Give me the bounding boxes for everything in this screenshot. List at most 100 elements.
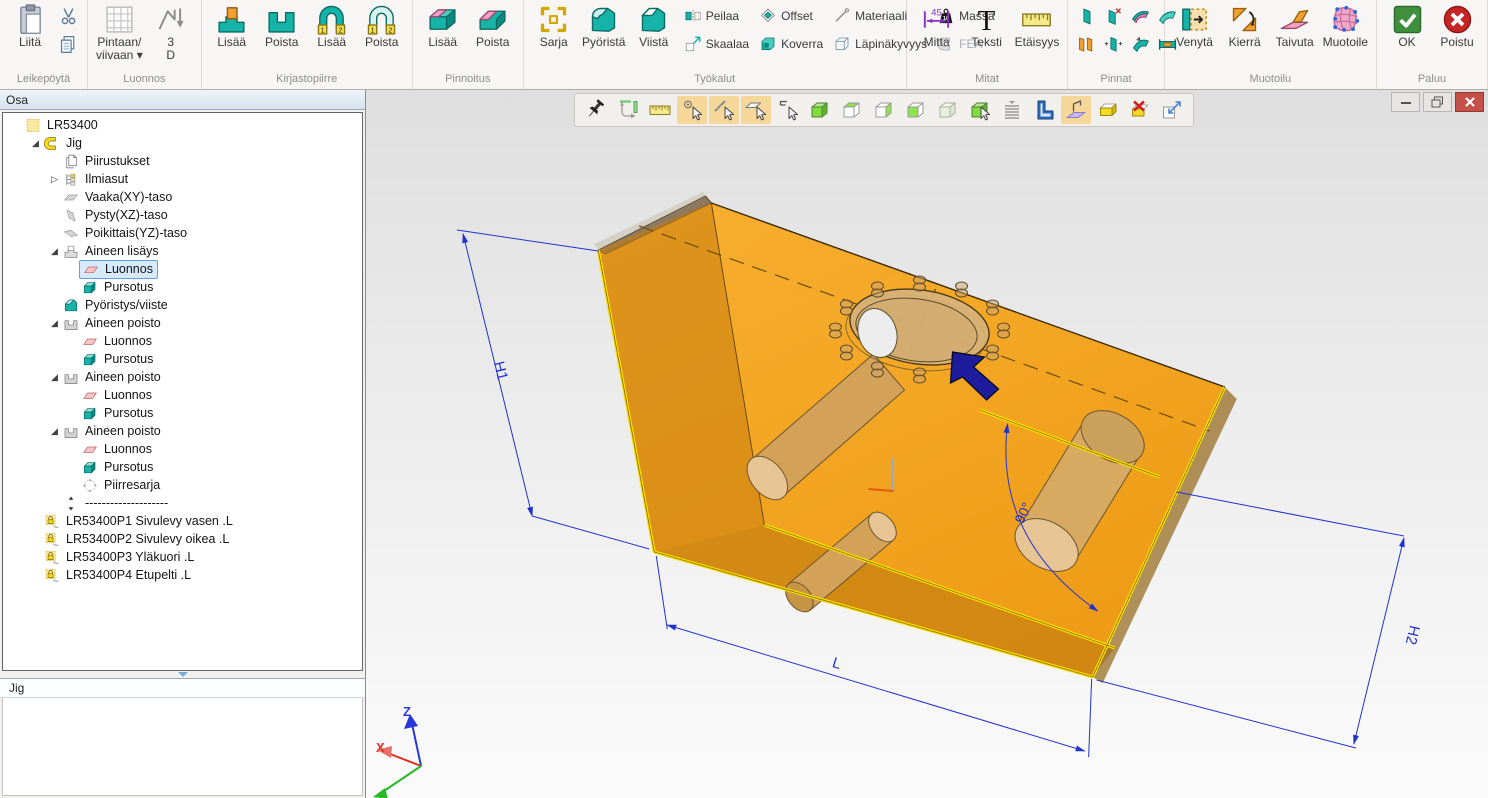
- part-panel-title: Osa: [0, 90, 365, 110]
- minimize-button[interactable]: [1391, 92, 1420, 112]
- distance-button[interactable]: Etäisyys: [1012, 2, 1063, 49]
- tree-item-4[interactable]: Vaaka(XY)-taso: [3, 188, 362, 206]
- stretch-button[interactable]: Venytä: [1170, 2, 1220, 49]
- shade-solid-button[interactable]: [805, 96, 835, 124]
- tree-item-label: Luonnos: [102, 442, 154, 456]
- chamfer-button[interactable]: Viistä: [629, 2, 679, 49]
- active-feature-label: Jig: [0, 678, 365, 698]
- profile-icon: [1032, 98, 1056, 122]
- surface-2-button[interactable]: [1100, 2, 1127, 30]
- tree-item-18[interactable]: Luonnos: [3, 440, 362, 458]
- tree-item-3[interactable]: ▷Ilmiasut: [3, 170, 362, 188]
- tree-item-1[interactable]: ◢Jig: [3, 134, 362, 152]
- close-button[interactable]: [1455, 92, 1484, 112]
- sketch-on-face-button[interactable]: Pintaan/viivaan ▾: [93, 2, 146, 62]
- shade-light-button[interactable]: [933, 96, 963, 124]
- tree-item-13[interactable]: Pursotus: [3, 350, 362, 368]
- tree-item-25[interactable]: LR53400P4 Etupelti .L: [3, 566, 362, 584]
- tree-item-15[interactable]: Luonnos: [3, 386, 362, 404]
- skplane-icon: [1064, 98, 1088, 122]
- move-axes-button[interactable]: [613, 96, 643, 124]
- sketch-3d-button[interactable]: 3D: [146, 2, 196, 62]
- profile-tool-button[interactable]: [1029, 96, 1059, 124]
- panel-splitter[interactable]: [0, 671, 365, 678]
- tree-item-label: Luonnos: [102, 334, 154, 348]
- expanded-arrow-icon[interactable]: ◢: [47, 426, 62, 437]
- tree-item-2[interactable]: Piirustukset: [3, 152, 362, 170]
- tray-open-button[interactable]: [1093, 96, 1123, 124]
- library-add-button[interactable]: Lisää: [207, 2, 257, 49]
- pin-toggle-button[interactable]: [581, 96, 611, 124]
- tree-item-20[interactable]: Piirresarja: [3, 476, 362, 494]
- text-button[interactable]: TTeksti: [962, 2, 1012, 49]
- surface-6-button[interactable]: [1100, 30, 1127, 58]
- expanded-arrow-icon[interactable]: ◢: [28, 138, 43, 149]
- shade-top-face-button[interactable]: [837, 96, 867, 124]
- library-remove-numbered-button[interactable]: 12Poista: [357, 2, 407, 49]
- tree-item-10[interactable]: Pyöristys/viiste: [3, 296, 362, 314]
- expanded-arrow-icon[interactable]: ◢: [47, 318, 62, 329]
- tree-item-21[interactable]: --------------------: [3, 494, 362, 512]
- snap-face-button[interactable]: [741, 96, 771, 124]
- surface-7-button[interactable]: [1127, 30, 1154, 58]
- expanded-arrow-icon[interactable]: ◢: [47, 372, 62, 383]
- measure-button[interactable]: [645, 96, 675, 124]
- shade-front-face-button[interactable]: [901, 96, 931, 124]
- window-expand-button[interactable]: [1157, 96, 1187, 124]
- detail-panel: [2, 698, 363, 796]
- round-button[interactable]: Pyöristä: [579, 2, 629, 49]
- tree-item-11[interactable]: ◢Aineen poisto: [3, 314, 362, 332]
- tray-delete-button[interactable]: [1125, 96, 1155, 124]
- library-remove-button[interactable]: Poista: [257, 2, 307, 49]
- tree-item-7[interactable]: ◢Aineen lisäys: [3, 242, 362, 260]
- tree-item-19[interactable]: Pursotus: [3, 458, 362, 476]
- extrude-icon: [81, 279, 99, 296]
- scale-button[interactable]: Skaalaa: [679, 30, 754, 58]
- rotate-button[interactable]: Kierrä: [1220, 2, 1270, 49]
- tree-item-24[interactable]: LR53400P3 Yläkuori .L: [3, 548, 362, 566]
- ok-button[interactable]: OK: [1382, 2, 1432, 49]
- libadd2-icon: 12: [315, 3, 348, 36]
- surface-1-button[interactable]: [1073, 2, 1100, 30]
- surface-5-button[interactable]: [1073, 30, 1100, 58]
- dimension-button[interactable]: 45Mitta: [912, 2, 962, 49]
- hollow-button[interactable]: Koverra: [754, 30, 828, 58]
- sketch-plane-button[interactable]: [1061, 96, 1091, 124]
- restore-button[interactable]: [1423, 92, 1452, 112]
- surface-3-button[interactable]: [1127, 2, 1154, 30]
- tree-item-6[interactable]: Poikittais(YZ)-taso: [3, 224, 362, 242]
- tree-item-14[interactable]: ◢Aineen poisto: [3, 368, 362, 386]
- coating-add-button[interactable]: Lisää: [418, 2, 468, 49]
- tree-item-22[interactable]: LR53400P1 Sivulevy vasen .L: [3, 512, 362, 530]
- sketch-on-face-button-label: Pintaan/viivaan ▾: [96, 36, 143, 62]
- tree-item-8[interactable]: Luonnos: [3, 260, 362, 278]
- snap-line-button[interactable]: [709, 96, 739, 124]
- mirror-button[interactable]: Peilaa: [679, 2, 754, 30]
- collapsed-arrow-icon[interactable]: ▷: [47, 174, 62, 185]
- select-face-button[interactable]: [965, 96, 995, 124]
- tree-item-17[interactable]: ◢Aineen poisto: [3, 422, 362, 440]
- coating-remove-button[interactable]: Poista: [468, 2, 518, 49]
- tree-item-23[interactable]: LR53400P2 Sivulevy oikea .L: [3, 530, 362, 548]
- snap-point-button[interactable]: [677, 96, 707, 124]
- series-button[interactable]: Sarja: [529, 2, 579, 49]
- offset-button[interactable]: Offset: [754, 2, 828, 30]
- tree-item-9[interactable]: Pursotus: [3, 278, 362, 296]
- expanded-arrow-icon[interactable]: ◢: [47, 246, 62, 257]
- copy-button[interactable]: [55, 30, 82, 58]
- tree-item-0[interactable]: LR53400: [3, 116, 362, 134]
- display-list-button[interactable]: [997, 96, 1027, 124]
- cut-button[interactable]: [55, 2, 82, 30]
- morph-button[interactable]: Muotoile: [1320, 2, 1371, 49]
- select-entity-button[interactable]: [773, 96, 803, 124]
- bend-button[interactable]: Taivuta: [1270, 2, 1320, 49]
- library-add-numbered-button[interactable]: 12Lisää: [307, 2, 357, 49]
- tree-item-5[interactable]: Pysty(XZ)-taso: [3, 206, 362, 224]
- paste-button[interactable]: Liitä: [5, 2, 55, 49]
- exit-button[interactable]: Poistu: [1432, 2, 1482, 49]
- tree-item-16[interactable]: Pursotus: [3, 404, 362, 422]
- feature-tree[interactable]: LR53400◢JigPiirustukset▷IlmiasutVaaka(XY…: [2, 112, 363, 671]
- shade-side-face-button[interactable]: [869, 96, 899, 124]
- viewport-3d[interactable]: H1 L H2 90° X Z: [366, 90, 1488, 798]
- tree-item-12[interactable]: Luonnos: [3, 332, 362, 350]
